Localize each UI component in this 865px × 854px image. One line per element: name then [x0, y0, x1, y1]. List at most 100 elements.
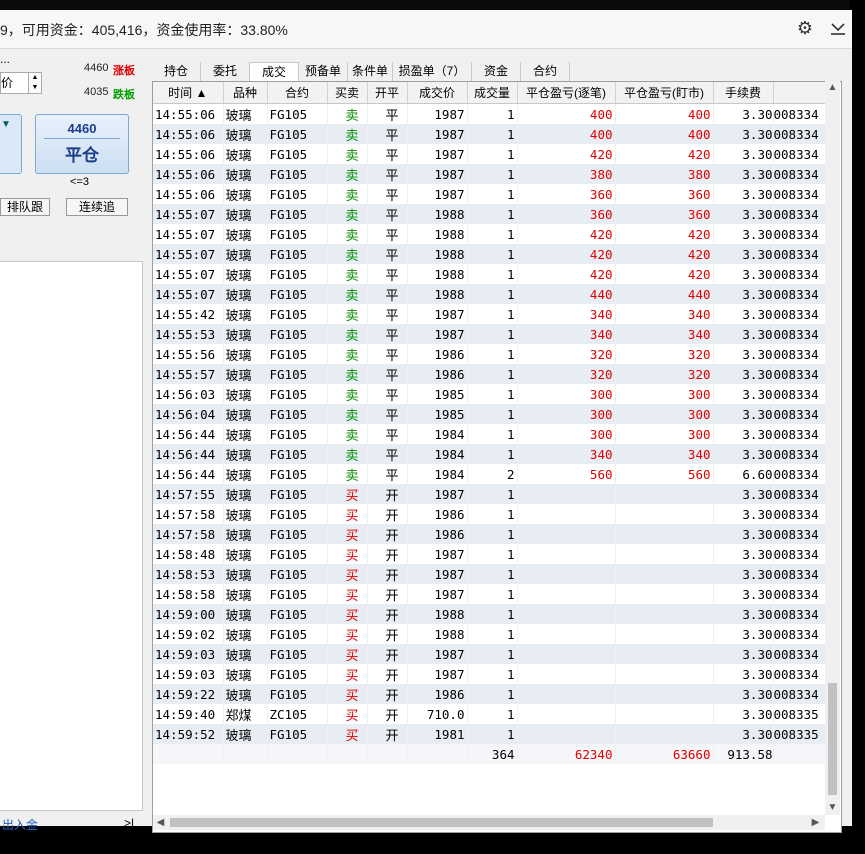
- scroll-down-icon[interactable]: ▼: [825, 801, 840, 815]
- horizontal-scrollbar[interactable]: ◀ ▶: [153, 815, 825, 830]
- table-row[interactable]: 14:55:06 玻璃 FG105 卖平 1987 1 360 360 3.30 008334: [153, 184, 830, 204]
- tab-trades[interactable]: 成交: [250, 62, 299, 82]
- table-row[interactable]: 14:57:58 玻璃 FG105 买开 1986 1 3.30 008334: [153, 504, 830, 524]
- table-row[interactable]: 14:55:42 玻璃 FG105 卖平 1987 1 340 340 3.30 008334: [153, 304, 830, 324]
- table-row[interactable]: 14:55:57 玻璃 FG105 卖平 1986 1 320 320 3.30 008334: [153, 364, 830, 384]
- table-row[interactable]: 14:58:58 玻璃 FG105 买开 1987 1 3.30 008334: [153, 584, 830, 604]
- trade-open-close: 开: [367, 504, 408, 524]
- table-row[interactable]: 14:59:03 玻璃 FG105 买开 1987 1 3.30 008334: [153, 664, 830, 684]
- trade-open-close: 平: [367, 364, 408, 384]
- table-row[interactable]: 14:57:58 玻璃 FG105 买开 1986 1 3.30 008334: [153, 524, 830, 544]
- table-row[interactable]: 14:55:56 玻璃 FG105 卖平 1986 1 320 320 3.30 008334: [153, 344, 830, 364]
- trade-time: 14:55:07: [153, 284, 224, 304]
- scroll-left-icon[interactable]: ◀: [153, 815, 168, 830]
- tab-positions[interactable]: 持仓: [152, 62, 201, 81]
- trade-price: 1981: [407, 724, 468, 744]
- trade-pnl-mark: 560: [615, 464, 714, 484]
- table-row[interactable]: 14:58:53 玻璃 FG105 买开 1987 1 3.30 008334: [153, 564, 830, 584]
- scroll-right-icon[interactable]: ▶: [808, 815, 823, 830]
- trade-fee: 3.30: [713, 304, 774, 324]
- column-header[interactable]: 时间 ▲: [153, 82, 224, 104]
- column-header[interactable]: 品种: [223, 82, 268, 104]
- column-header[interactable]: 成交量: [467, 82, 518, 104]
- sell-button[interactable]: ▼: [0, 114, 22, 174]
- trade-volume: 2: [467, 464, 518, 484]
- table-row[interactable]: 14:59:02 玻璃 FG105 买开 1988 1 3.30 008334: [153, 624, 830, 644]
- trade-price: 1987: [407, 324, 468, 344]
- table-row[interactable]: 14:55:07 玻璃 FG105 卖平 1988 1 440 440 3.30 008334: [153, 284, 830, 304]
- up-limit-price: 4460: [84, 62, 109, 74]
- tab-orders[interactable]: 委托: [201, 62, 250, 81]
- tab-funds[interactable]: 资金: [472, 62, 521, 81]
- scroll-up-icon[interactable]: ▲: [825, 81, 840, 95]
- spin-up-icon[interactable]: ▲: [29, 73, 41, 83]
- trade-side: 卖: [327, 404, 368, 424]
- column-header[interactable]: 成交价: [407, 82, 468, 104]
- table-row[interactable]: 14:55:06 玻璃 FG105 卖平 1987 1 380 380 3.30 008334: [153, 164, 830, 184]
- price-type-field[interactable]: 价: [0, 72, 30, 94]
- deposit-link[interactable]: 出入金: [2, 816, 38, 833]
- table-row[interactable]: 14:55:07 玻璃 FG105 卖平 1988 1 420 420 3.30 008334: [153, 264, 830, 284]
- table-row[interactable]: 14:56:44 玻璃 FG105 卖平 1984 1 300 300 3.30 008334: [153, 424, 830, 444]
- table-row[interactable]: 14:59:00 玻璃 FG105 买开 1988 1 3.30 008334: [153, 604, 830, 624]
- tab-contracts[interactable]: 合约: [521, 62, 570, 81]
- tab-conditional[interactable]: 条件单: [348, 62, 393, 81]
- trade-contract: FG105: [267, 564, 328, 584]
- trade-contract: FG105: [267, 344, 328, 364]
- column-header[interactable]: 平仓盈亏(逐笔): [517, 82, 616, 104]
- trade-fee: 3.30: [713, 324, 774, 344]
- column-header[interactable]: 买卖: [327, 82, 368, 104]
- trade-volume: 1: [467, 364, 518, 384]
- gear-icon[interactable]: ⚙: [795, 18, 815, 38]
- table-row[interactable]: 14:56:04 玻璃 FG105 卖平 1985 1 300 300 3.30 008334: [153, 404, 830, 424]
- continuous-chase-button[interactable]: 连续追: [66, 198, 128, 216]
- table-row[interactable]: 14:59:40 郑煤 ZC105 买开 710.0 1 3.30 008335: [153, 704, 830, 724]
- horizontal-scroll-thumb[interactable]: [170, 818, 713, 827]
- table-row[interactable]: 14:57:55 玻璃 FG105 买开 1987 1 3.30 008334: [153, 484, 830, 504]
- table-row[interactable]: 14:56:44 玻璃 FG105 卖平 1984 2 560 560 6.60 008334: [153, 464, 830, 484]
- column-header[interactable]: 手续费: [713, 82, 774, 104]
- trade-volume: 1: [467, 344, 518, 364]
- table-row[interactable]: 14:59:03 玻璃 FG105 买开 1987 1 3.30 008334: [153, 644, 830, 664]
- spin-down-icon[interactable]: ▼: [29, 83, 41, 93]
- table-row[interactable]: 14:55:07 玻璃 FG105 卖平 1988 1 420 420 3.30 008334: [153, 244, 830, 264]
- table-row[interactable]: 14:55:06 玻璃 FG105 卖平 1987 1 400 400 3.30 008334: [153, 103, 830, 124]
- tab-stop-profit[interactable]: 损盈单（7）: [393, 62, 472, 81]
- expand-button[interactable]: >|: [124, 816, 134, 830]
- table-row[interactable]: 14:58:48 玻璃 FG105 买开 1987 1 3.30 008334: [153, 544, 830, 564]
- table-row[interactable]: 14:55:53 玻璃 FG105 卖平 1987 1 340 340 3.30 008334: [153, 324, 830, 344]
- table-row[interactable]: 14:59:52 玻璃 FG105 买开 1981 1 3.30 008335: [153, 724, 830, 744]
- trade-pnl-mark: 300: [615, 424, 714, 444]
- trade-product: 玻璃: [223, 464, 268, 484]
- table-row[interactable]: 14:55:06 玻璃 FG105 卖平 1987 1 400 400 3.30 008334: [153, 124, 830, 144]
- queue-follow-button[interactable]: 排队跟: [0, 198, 50, 216]
- trade-price: 710.0: [407, 704, 468, 724]
- column-header[interactable]: 开平: [367, 82, 408, 104]
- trade-price: 1986: [407, 364, 468, 384]
- table-row[interactable]: 14:56:44 玻璃 FG105 卖平 1984 1 340 340 3.30 008334: [153, 444, 830, 464]
- price-spinner[interactable]: ▲ ▼: [28, 72, 42, 94]
- trade-fee: 3.30: [713, 164, 774, 184]
- column-header[interactable]: 平仓盈亏(盯市): [615, 82, 714, 104]
- left-footer: 出入金 >|: [0, 816, 142, 834]
- vertical-scroll-thumb[interactable]: [828, 683, 837, 795]
- close-position-button[interactable]: 4460 平仓: [35, 114, 129, 174]
- column-header[interactable]: 合约: [267, 82, 328, 104]
- table-row[interactable]: 14:55:06 玻璃 FG105 卖平 1987 1 420 420 3.30 008334: [153, 144, 830, 164]
- trade-contract: FG105: [267, 464, 328, 484]
- trade-time: 14:57:55: [153, 484, 224, 504]
- trade-volume: 1: [467, 204, 518, 224]
- column-header[interactable]: [773, 82, 830, 104]
- trade-pnl-mark: [615, 624, 714, 644]
- table-row[interactable]: 14:59:22 玻璃 FG105 买开 1986 1 3.30 008334: [153, 684, 830, 704]
- divider: [44, 138, 120, 139]
- table-row[interactable]: 14:55:07 玻璃 FG105 卖平 1988 1 420 420 3.30 008334: [153, 224, 830, 244]
- chevron-down-icon[interactable]: [828, 18, 848, 38]
- trade-product: 玻璃: [223, 564, 268, 584]
- trades-table-frame: 时间 ▲ 品种 合约 买卖 开平 成交价 成交量 平仓盈亏(逐笔) 平仓盈亏(盯市) 手续费 14…: [152, 81, 842, 833]
- tab-prepared[interactable]: 预备单: [299, 62, 348, 81]
- truncated-label: ...: [0, 52, 11, 66]
- table-row[interactable]: 14:56:03 玻璃 FG105 卖平 1985 1 300 300 3.30 008334: [153, 384, 830, 404]
- vertical-scrollbar[interactable]: ▲ ▼: [825, 81, 840, 815]
- table-row[interactable]: 14:55:07 玻璃 FG105 卖平 1988 1 360 360 3.30 008334: [153, 204, 830, 224]
